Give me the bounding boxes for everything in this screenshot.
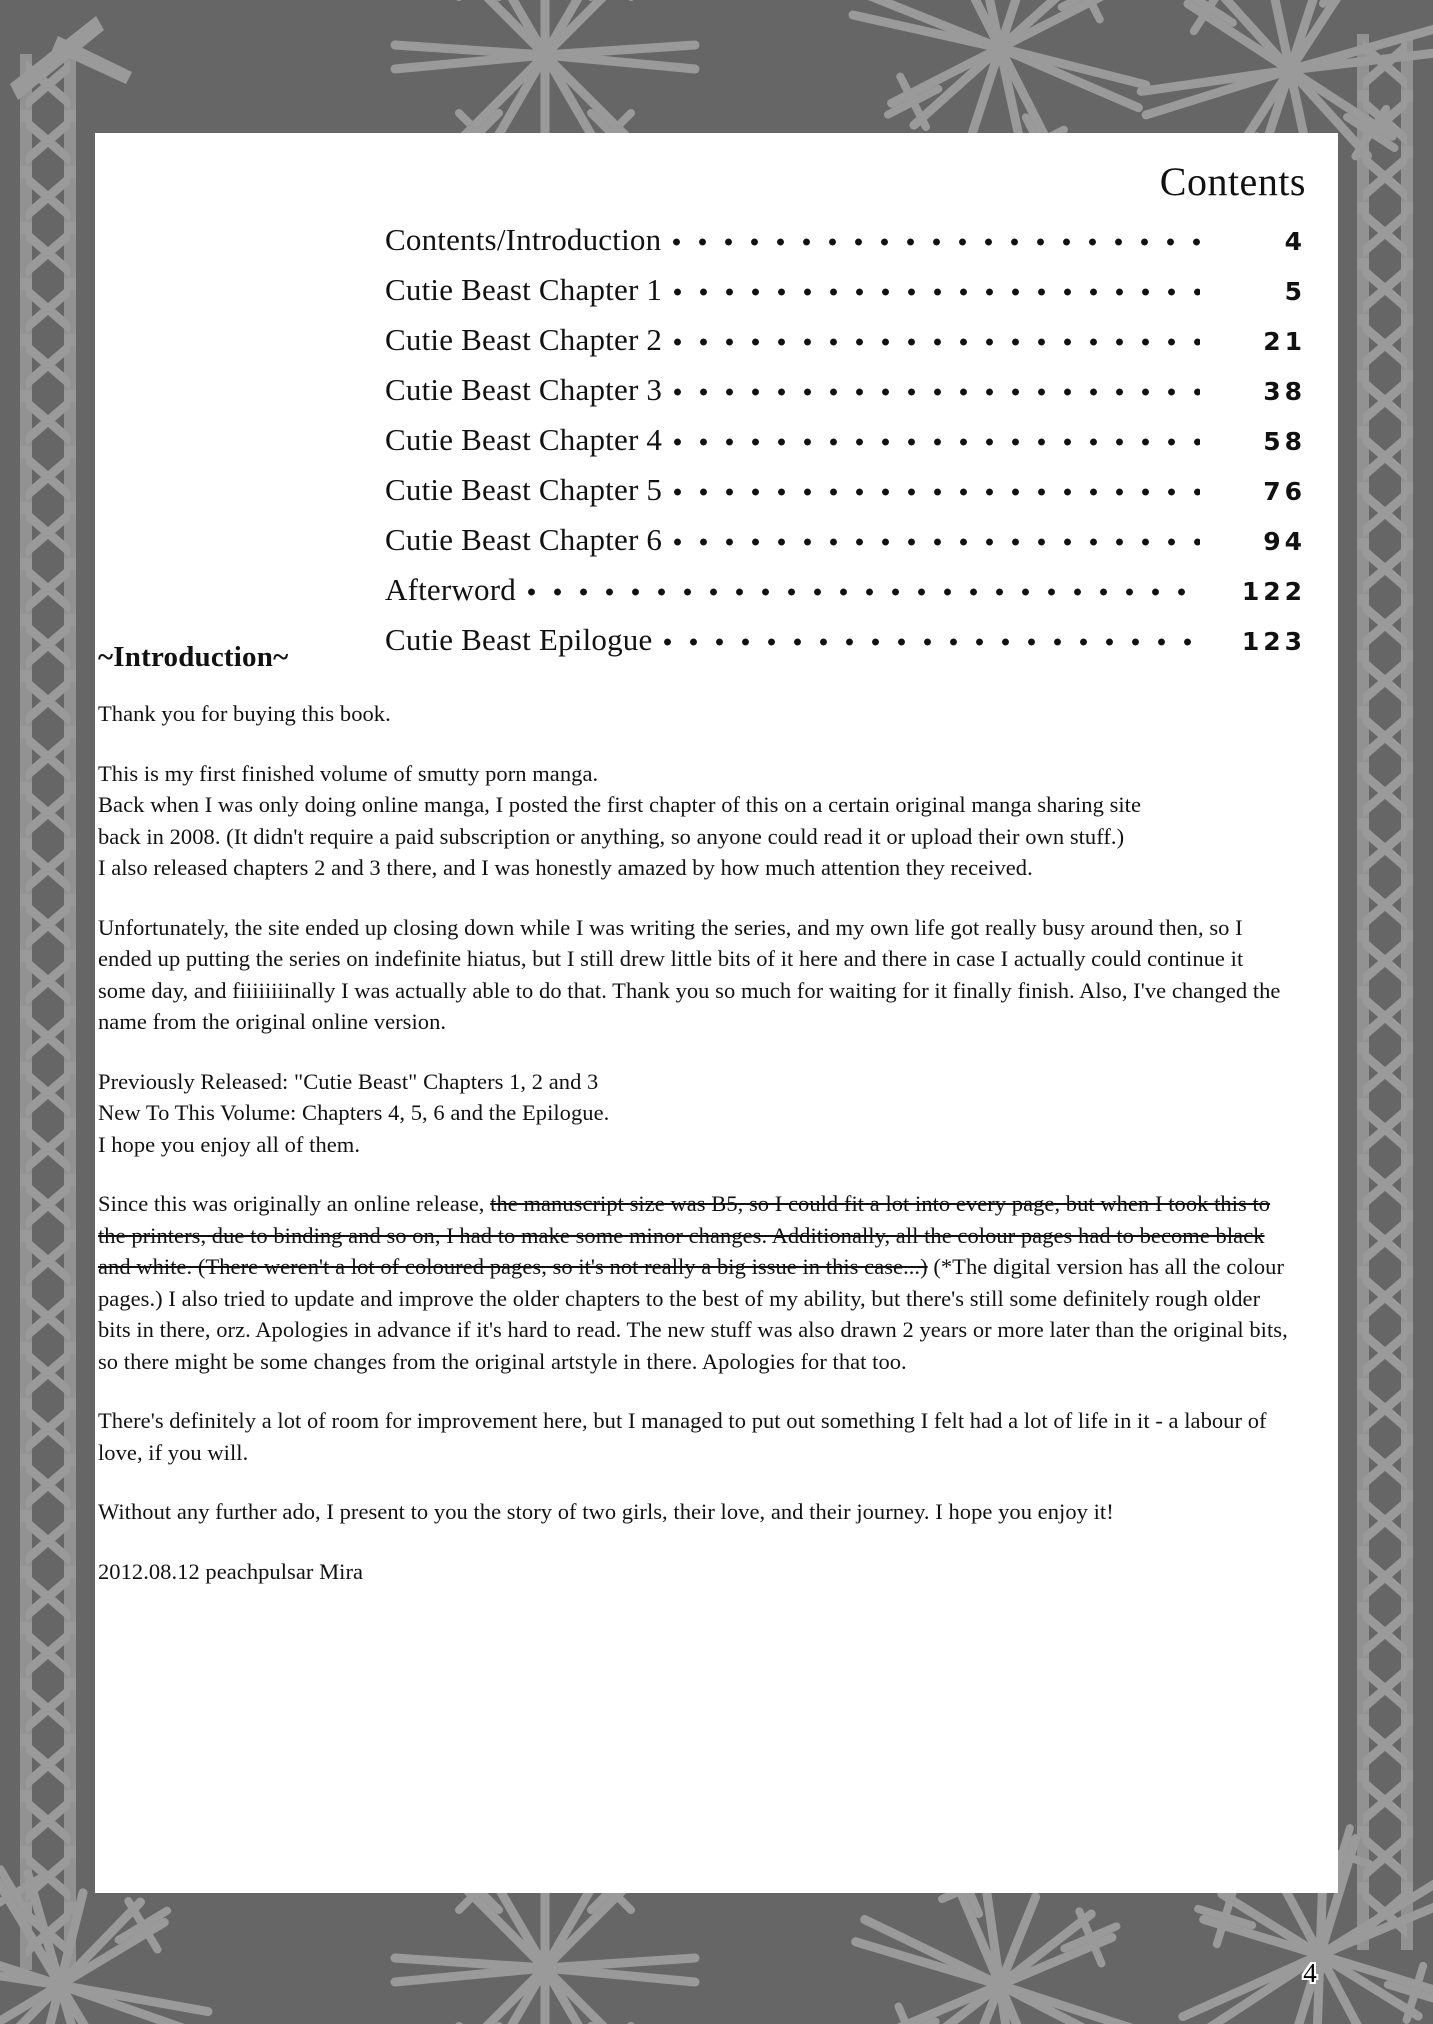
table-of-contents: Contents Contents/Introduction 4 Cutie B… (95, 133, 1338, 665)
toc-entry-chapter-6[interactable]: Cutie Beast Chapter 6 94 (95, 515, 1338, 565)
toc-leader-dots (674, 534, 1200, 550)
toc-entry-page: 5 (1284, 277, 1306, 306)
toc-entry-chapter-4[interactable]: Cutie Beast Chapter 4 58 (95, 415, 1338, 465)
toc-entry-label: Cutie Beast Chapter 2 (385, 322, 663, 357)
intro-history-line-2: Back when I was only doing online manga,… (98, 792, 1142, 817)
intro-paragraph-hiatus: Unfortunately, the site ended up closing… (98, 914, 1281, 1035)
toc-leader-dots (674, 484, 1200, 500)
intro-paragraph-release-list: Previously Released: "Cutie Beast" Chapt… (98, 1066, 1294, 1161)
introduction-heading: ~Introduction~ (98, 641, 289, 673)
toc-leader-dots (673, 234, 1200, 250)
toc-entry-label: Cutie Beast Chapter 3 (385, 372, 663, 407)
toc-leader-dots (674, 284, 1200, 300)
toc-entry-page: 4 (1284, 227, 1306, 256)
introduction-section: ~Introduction~ Thank you for buying this… (95, 641, 1338, 1615)
page-number-folio: 4 (1303, 1958, 1317, 1988)
page-root: Contents Contents/Introduction 4 Cutie B… (0, 0, 1433, 2024)
intro-paragraph-improvement: There's definitely a lot of room for imp… (98, 1408, 1267, 1465)
intro-previously-released: Previously Released: "Cutie Beast" Chapt… (98, 1068, 599, 1094)
toc-entry-chapter-1[interactable]: Cutie Beast Chapter 1 5 (95, 265, 1338, 315)
intro-history-line-1: This is my first finished volume of smut… (98, 760, 599, 786)
intro-new-to-volume: New To This Volume: Chapters 4, 5, 6 and… (98, 1100, 610, 1125)
intro-paragraph-closing: Without any further ado, I present to yo… (98, 1499, 1114, 1524)
toc-leader-dots (528, 584, 1200, 600)
toc-entry-chapter-3[interactable]: Cutie Beast Chapter 3 38 (95, 365, 1338, 415)
intro-paragraph-history: This is my first finished volume of smut… (98, 758, 1294, 884)
intro-signature: 2012.08.12 peachpulsar Mira (98, 1558, 364, 1584)
right-border-lattice (1357, 34, 1413, 1950)
toc-entry-chapter-2[interactable]: Cutie Beast Chapter 2 21 (95, 315, 1338, 365)
toc-entry-page: 76 (1263, 477, 1306, 506)
toc-entry-label: Cutie Beast Chapter 1 (385, 272, 663, 307)
intro-hope-enjoy: I hope you enjoy all of them. (98, 1131, 361, 1157)
toc-entry-afterword[interactable]: Afterword 122 (95, 565, 1338, 615)
toc-entry-page: 58 (1263, 427, 1306, 456)
toc-entry-chapter-5[interactable]: Cutie Beast Chapter 5 76 (95, 465, 1338, 515)
toc-leader-dots (674, 434, 1200, 450)
toc-leader-dots (674, 334, 1200, 350)
toc-entry-label: Contents/Introduction (385, 222, 662, 257)
toc-entry-page: 21 (1263, 327, 1306, 356)
contents-heading: Contents (1159, 159, 1306, 204)
toc-entry-page: 38 (1263, 377, 1306, 406)
intro-history-line-4: I also released chapters 2 and 3 there, … (98, 855, 1033, 880)
intro-paragraph-production-notes: Since this was originally an online rele… (98, 1188, 1294, 1377)
toc-entry-label: Cutie Beast Chapter 5 (385, 472, 663, 507)
intro-history-line-3: back in 2008. (It didn't require a paid … (98, 823, 1125, 849)
intro-production-prefix: Since this was originally an online rele… (98, 1191, 491, 1216)
intro-paragraph-thanks: Thank you for buying this book. (98, 701, 391, 726)
toc-list: Contents/Introduction 4 Cutie Beast Chap… (95, 215, 1338, 665)
paper-sheet: Contents Contents/Introduction 4 Cutie B… (95, 133, 1338, 1893)
toc-leader-dots (674, 384, 1200, 400)
toc-entry-page: 122 (1241, 577, 1306, 606)
introduction-body: Thank you for buying this book. This is … (98, 698, 1294, 1587)
toc-entry-contents-introduction[interactable]: Contents/Introduction 4 (95, 215, 1338, 265)
toc-entry-label: Afterword (385, 572, 516, 607)
toc-entry-label: Cutie Beast Chapter 6 (385, 522, 663, 557)
toc-entry-label: Cutie Beast Chapter 4 (385, 422, 663, 457)
toc-entry-page: 94 (1263, 527, 1306, 556)
